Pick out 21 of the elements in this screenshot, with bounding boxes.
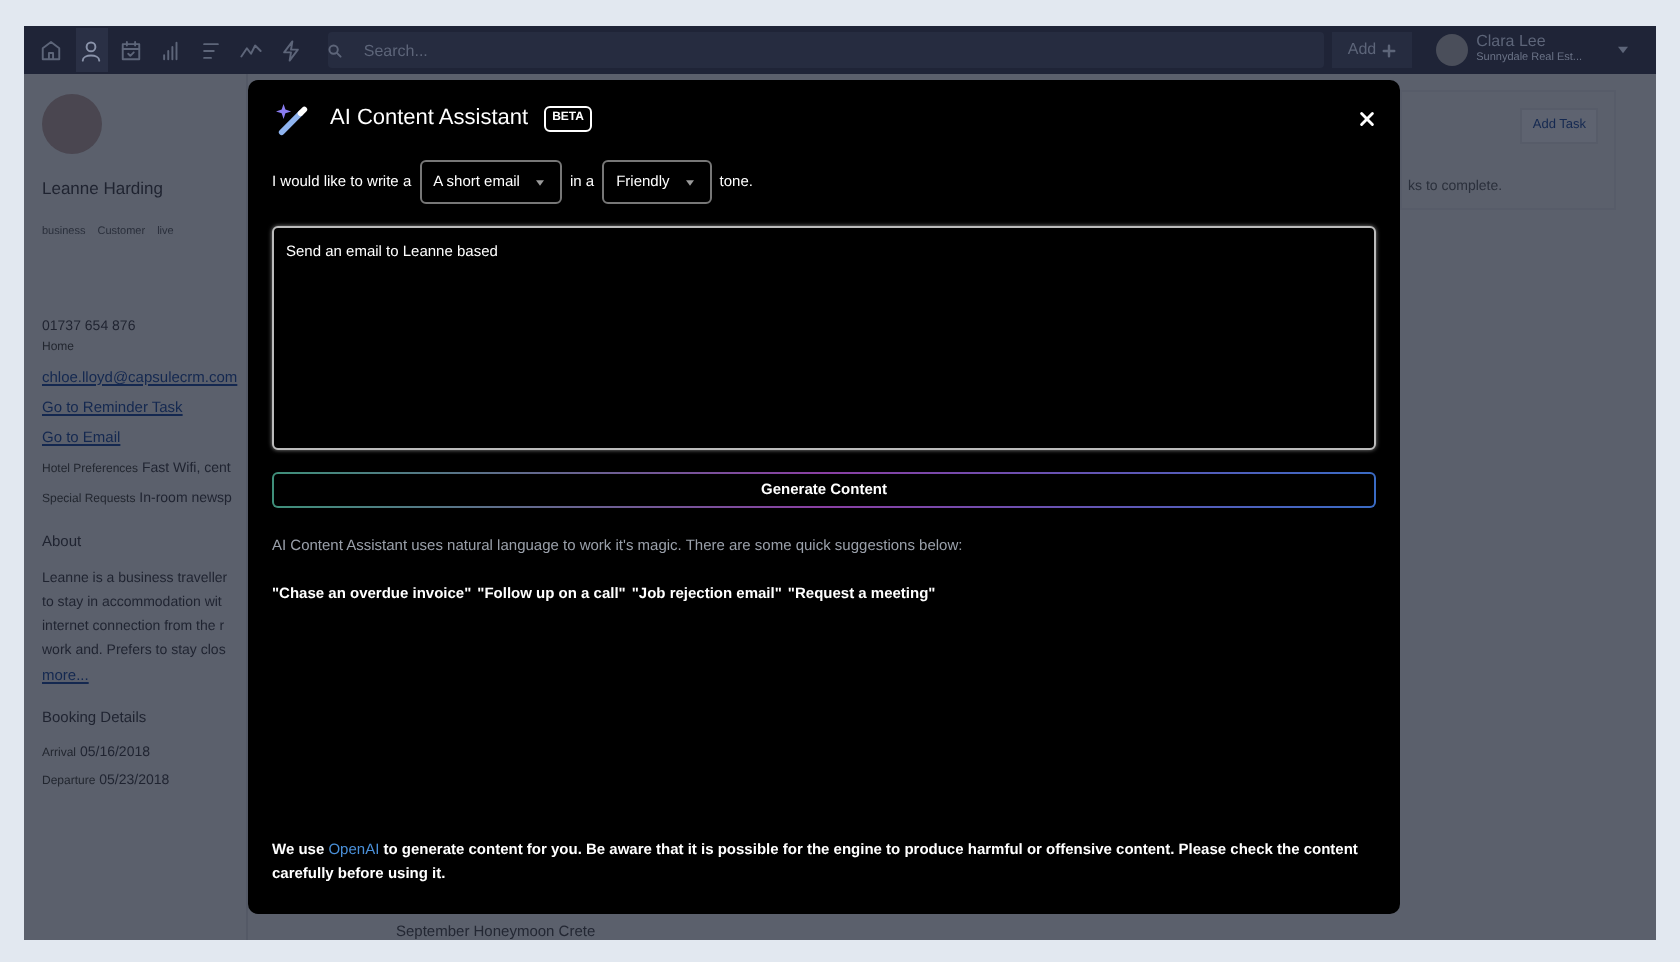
home-icon: [40, 39, 63, 61]
close-icon: [1358, 110, 1376, 128]
list-icon: [200, 39, 223, 61]
close-button[interactable]: [1358, 110, 1376, 128]
calendar-icon: [120, 39, 143, 61]
caret-icon: [685, 179, 694, 185]
caret-icon[interactable]: [1618, 46, 1629, 54]
signal-bars-icon: [160, 39, 183, 61]
caret-icon: [535, 179, 544, 185]
profile-photo-placeholder: [42, 94, 102, 154]
plus-icon: [1382, 43, 1397, 57]
contact-name: Leanne Harding: [42, 176, 165, 202]
modal-title: AI Content Assistant: [330, 104, 529, 135]
person-icon: [80, 39, 103, 61]
user-avatar: [1436, 34, 1469, 66]
magic-wand-icon: [276, 102, 310, 136]
search-field[interactable]: Search...: [327, 32, 1324, 68]
user-name: Clara Lee: [1476, 33, 1548, 50]
lightning-icon: [280, 39, 303, 61]
nav-tab[interactable]: [75, 28, 108, 72]
trend-line-icon: [240, 39, 263, 61]
